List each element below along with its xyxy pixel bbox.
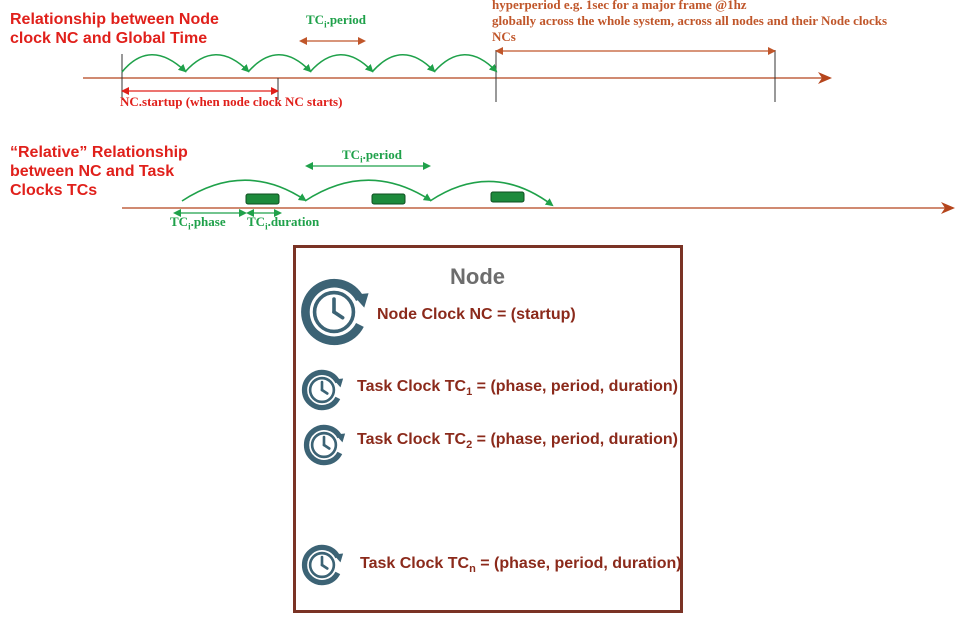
task-period-arc <box>304 179 432 202</box>
task-clock-prefix: Task Clock TC <box>360 555 470 572</box>
task-clock-2-label: Task Clock TC2 = (phase, period, duratio… <box>357 431 678 451</box>
task-clock-icon <box>301 544 344 586</box>
task-clock-n-label: Task Clock TCn = (phase, period, duratio… <box>360 555 682 575</box>
startup-label: NC.startup (when node clock NC starts) <box>120 94 343 109</box>
global-section-heading: Relationship between Node clock NC and G… <box>10 11 219 47</box>
task-clock-suffix: = (phase, period, duration) <box>472 378 678 395</box>
relative-section-heading: “Relative” Relationship between NC and T… <box>10 144 188 199</box>
task-clock-suffix: = (phase, period, duration) <box>472 431 678 448</box>
task-clock-suffix: = (phase, period, duration) <box>475 555 682 572</box>
period-arc <box>309 53 374 73</box>
period-arc <box>247 53 312 73</box>
hyperperiod-note-line: globally across the whole system, across… <box>492 13 888 28</box>
global-period-label: TCi.period <box>306 12 366 30</box>
period-arc <box>371 53 436 73</box>
global-period-arcs <box>121 53 498 73</box>
task-clock-1-label: Task Clock TC1 = (phase, period, duratio… <box>357 378 678 398</box>
task-clock-sub: n <box>469 563 476 576</box>
node-clock-icon <box>301 278 369 346</box>
hyperperiod-note-line: hyperperiod e.g. 1sec for a major frame … <box>492 0 747 12</box>
relative-period-label: TCi.period <box>342 147 402 165</box>
task-clock-prefix: Task Clock TC <box>357 378 467 395</box>
period-arc <box>433 53 498 73</box>
node-title: Node <box>450 264 505 289</box>
phase-label: TCi.phase <box>170 214 226 232</box>
task-clock-prefix: Task Clock TC <box>357 431 467 448</box>
task-duration-block <box>371 193 406 205</box>
task-clock-icon <box>301 369 344 411</box>
hyperperiod-note: hyperperiod e.g. 1sec for a major frame … <box>492 0 887 45</box>
hyperperiod-note-line: NCs <box>492 29 516 44</box>
period-arc <box>184 53 250 73</box>
duration-label: TCi.duration <box>247 214 320 232</box>
task-clock-icon <box>303 424 346 466</box>
task-duration-block <box>245 193 280 205</box>
node-clock-label: Node Clock NC = (startup) <box>377 306 576 323</box>
period-arc <box>121 53 187 73</box>
task-duration-block <box>490 191 525 203</box>
